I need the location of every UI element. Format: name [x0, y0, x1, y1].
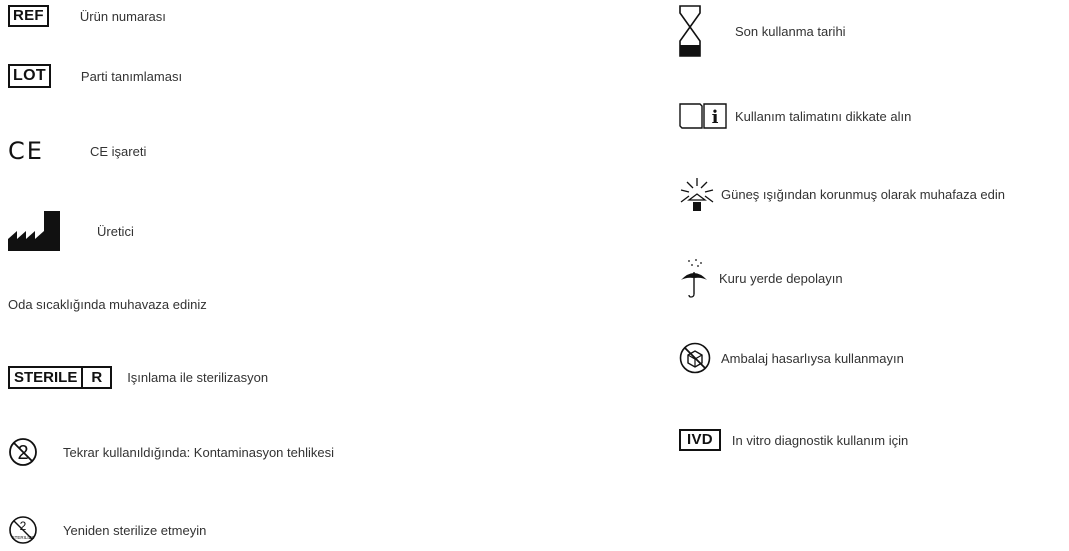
manufacturer-text: Üretici [97, 223, 134, 239]
dry-text: Kuru yerde depolayın [719, 270, 843, 286]
instructions-book-icon: i [679, 103, 727, 129]
no-reuse-text: Tekrar kullanıldığında: Kontaminasyon te… [63, 444, 334, 460]
sterile-badge-left: STERILE [14, 369, 78, 386]
sterile-row: STERILE R Işınlama ile sterilizasyon [8, 366, 268, 389]
ce-row: CE CE işareti [8, 137, 146, 165]
ivd-row: IVD In vitro diagnostik kullanım için [679, 429, 908, 451]
damaged-text: Ambalaj hasarlıysa kullanmayın [721, 350, 904, 366]
room-temp-text: Oda sıcaklığında muhavaza ediniz [8, 297, 207, 312]
hourglass-icon [679, 5, 701, 57]
ref-row: REF Ürün numarası [8, 5, 166, 27]
no-reuse-row: 2 Tekrar kullanıldığında: Kontaminasyon … [8, 437, 334, 467]
sterile-badge-right: R [81, 368, 110, 387]
no-resterilize-icon-text: STERILIZE [12, 535, 35, 540]
sunlight-text: Güneş ışığından korunmuş olarak muhafaza… [721, 186, 1006, 202]
ifu-row: i Kullanım talimatını dikkate alın [679, 103, 911, 129]
damaged-row: Ambalaj hasarlıysa kullanmayın [679, 342, 904, 374]
lot-badge: LOT [8, 64, 51, 88]
umbrella-icon [679, 258, 709, 298]
ce-mark-icon: CE [8, 137, 44, 165]
factory-icon [8, 211, 60, 251]
manufacturer-row: Üretici [8, 211, 134, 251]
ce-text: CE işareti [90, 143, 147, 159]
no-resterilize-icon: 2 STERILIZE [8, 515, 38, 545]
lot-row: LOT Parti tanımlaması [8, 64, 182, 88]
damaged-package-icon [679, 342, 711, 374]
sunlight-row: Güneş ışığından korunmuş olarak muhafaza… [679, 176, 1005, 212]
sterile-text: Işınlama ile sterilizasyon [127, 370, 269, 385]
ifu-text: Kullanım talimatını dikkate alın [735, 108, 912, 124]
room-temp-row: Oda sıcaklığında muhavaza ediniz [8, 297, 207, 312]
ref-badge: REF [8, 5, 49, 27]
sunlight-icon [679, 176, 715, 212]
ivd-badge: IVD [679, 429, 721, 451]
dry-row: Kuru yerde depolayın [679, 258, 843, 298]
expiry-row: Son kullanma tarihi [679, 5, 846, 57]
expiry-text: Son kullanma tarihi [735, 23, 846, 39]
no-resterilize-text: Yeniden sterilize etmeyin [63, 522, 207, 538]
lot-text: Parti tanımlaması [80, 68, 183, 84]
no-reuse-icon: 2 [8, 437, 38, 467]
no-resterilize-row: 2 STERILIZE Yeniden sterilize etmeyin [8, 515, 206, 545]
ivd-text: In vitro diagnostik kullanım için [731, 432, 909, 448]
sterile-r-badge: STERILE R [8, 366, 113, 389]
ref-text: Ürün numarası [79, 8, 166, 24]
svg-text:i: i [712, 107, 719, 128]
